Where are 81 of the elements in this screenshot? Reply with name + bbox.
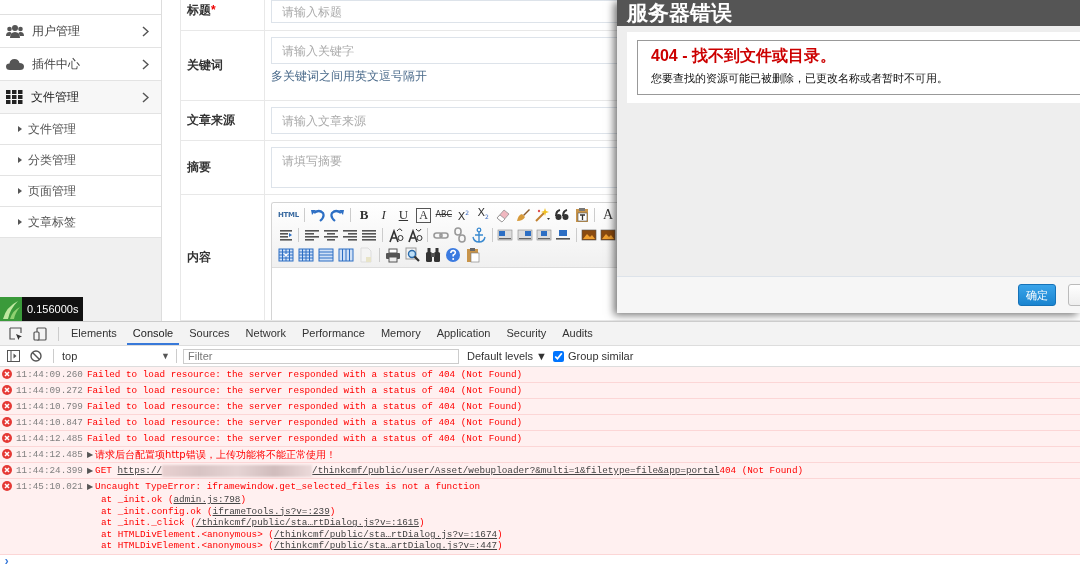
console-prompt[interactable]: › — [3, 554, 11, 569]
timestamp: 11:45:10.021 — [16, 480, 83, 494]
source-link[interactable]: admin.js:798 — [173, 494, 241, 505]
error-message: 请求后台配置项http错误，上传功能将不能正常使用！ — [95, 447, 336, 462]
stack-frame: at HTMLDivElement.<anonymous> ( — [100, 528, 274, 540]
source-link[interactable]: /thinkcmf/public/sta…artDialog.js?v=:447 — [273, 540, 498, 552]
expand-arrow[interactable]: ▶ — [86, 466, 94, 475]
closing-paren: ) — [240, 494, 247, 505]
url-link[interactable]: /thinkcmf/public/user/Asset/webuploader?&multi=1&filetype=file&app=portal — [312, 465, 720, 476]
field-label: 内容 — [187, 249, 211, 266]
expand-arrow[interactable]: ▶ — [86, 482, 94, 491]
request-method: GET — [95, 465, 112, 476]
underline-button[interactable]: U — [393, 207, 414, 223]
sidebar-item[interactable]: 用户管理 — [0, 15, 161, 48]
input-field[interactable]: 请输入文章来源 — [271, 107, 617, 134]
status-text: 404 (Not Found) — [719, 465, 804, 476]
closing-paren: ) — [418, 517, 425, 529]
timestamp: 11:44:10.847 — [16, 416, 83, 430]
devtools-tab[interactable]: Performance — [295, 322, 371, 345]
field-label: 关键词 — [187, 57, 223, 74]
error-message: 您要查找的资源可能已被删除，已更改名称或者暂时不可用。 — [651, 71, 949, 86]
timestamp: 11:44:09.272 — [16, 384, 83, 398]
dialog-title: 服务器错误 — [627, 1, 732, 25]
textarea-field[interactable]: 请填写摘要 — [271, 147, 617, 188]
devtools-tab[interactable]: Console — [126, 322, 180, 345]
expand-arrow[interactable]: ▶ — [86, 450, 94, 459]
input-field[interactable]: 请输入标题 — [271, 0, 617, 23]
levels-dropdown[interactable]: Default levels ▼ — [467, 350, 547, 362]
timer-badge: 0.156000s — [22, 297, 84, 321]
closing-paren: ) — [497, 528, 503, 540]
timestamp: 11:44:12.485 — [16, 448, 83, 462]
sidebar-subitem[interactable]: 分类管理 — [0, 145, 161, 176]
font-button[interactable]: A — [598, 207, 618, 223]
strikethrough-button[interactable]: ABC — [434, 207, 454, 223]
devtools-tab[interactable]: Sources — [183, 322, 236, 345]
devtools-tab[interactable]: Application — [430, 322, 497, 345]
devtools-tab[interactable]: Network — [239, 322, 292, 345]
error-message: Failed to load resource: the server responded with a status of 404 (Not Found) — [86, 385, 523, 396]
input-field[interactable]: 请输入关键字 — [271, 37, 617, 64]
sidebar-item[interactable]: 文件管理 — [0, 81, 161, 114]
devtools-tab[interactable]: Memory — [374, 322, 427, 345]
url-link[interactable]: https:// — [117, 465, 163, 476]
filter-field[interactable]: Filter — [183, 348, 459, 364]
stack-frame: at HTMLDivElement.<anonymous> ( — [100, 540, 274, 552]
sidebar-subitem[interactable]: 页面管理 — [0, 176, 161, 207]
source-link[interactable]: iframeTools.js?v=:239 — [212, 505, 330, 517]
sidebar-item[interactable]: 插件中心 — [0, 48, 161, 81]
bold-button[interactable]: B — [354, 207, 374, 223]
error-message: Uncaught TypeError: iframewindow.get_selected_files is not a function — [95, 481, 481, 492]
timestamp: 11:44:10.799 — [16, 400, 83, 414]
subscript-button[interactable]: X$_{2}$ — [473, 204, 493, 226]
stack-frame: at _init.ok ( — [100, 494, 174, 505]
error-message: Failed to load resource: the server responded with a status of 404 (Not Found) — [86, 369, 523, 380]
superscript-button[interactable]: X$^{2}$ — [453, 205, 474, 225]
closing-paren: ) — [329, 505, 336, 517]
error-message: Failed to load resource: the server responded with a status of 404 (Not Found) — [86, 401, 523, 412]
field-label: 摘要 — [187, 159, 211, 176]
stack-frame: at _init._click ( — [100, 517, 196, 529]
devtools-tab[interactable]: Elements — [65, 322, 123, 345]
italic-button[interactable]: I — [373, 207, 394, 223]
font-border-button[interactable]: A — [416, 207, 431, 223]
devtools-tab[interactable]: Security — [500, 322, 553, 345]
sidebar-subitem[interactable]: 文件管理 — [0, 114, 161, 145]
devtools-tab[interactable]: Audits — [556, 322, 599, 345]
timestamp: 11:44:24.399 — [16, 464, 83, 478]
source-link[interactable]: /thinkcmf/public/sta…rtDialog.js?v=:1674 — [273, 528, 498, 540]
checkbox-label: Group similar — [568, 350, 634, 362]
error-message: Failed to load resource: the server responded with a status of 404 (Not Found) — [86, 433, 523, 444]
context-dropdown[interactable]: top ▼ — [60, 350, 170, 362]
required-mark: * — [211, 3, 216, 17]
error-message: Failed to load resource: the server responded with a status of 404 (Not Found) — [86, 417, 523, 428]
field-hint: 多关键词之间用英文逗号隔开 — [271, 69, 427, 84]
error-heading: 404 - 找不到文件或目录。 — [651, 46, 837, 66]
stack-frame: at _init.config.ok ( — [100, 505, 213, 517]
sidebar-subitem[interactable]: 文章标签 — [0, 207, 161, 238]
timestamp: 11:44:09.260 — [16, 368, 83, 382]
source-link[interactable]: /thinkcmf/public/sta…rtDialog.js?v=:1615 — [195, 517, 419, 529]
field-label: 标题* — [187, 2, 216, 19]
timestamp: 11:44:12.485 — [16, 432, 83, 446]
field-label: 文章来源 — [187, 112, 235, 129]
closing-paren: ) — [497, 540, 503, 552]
